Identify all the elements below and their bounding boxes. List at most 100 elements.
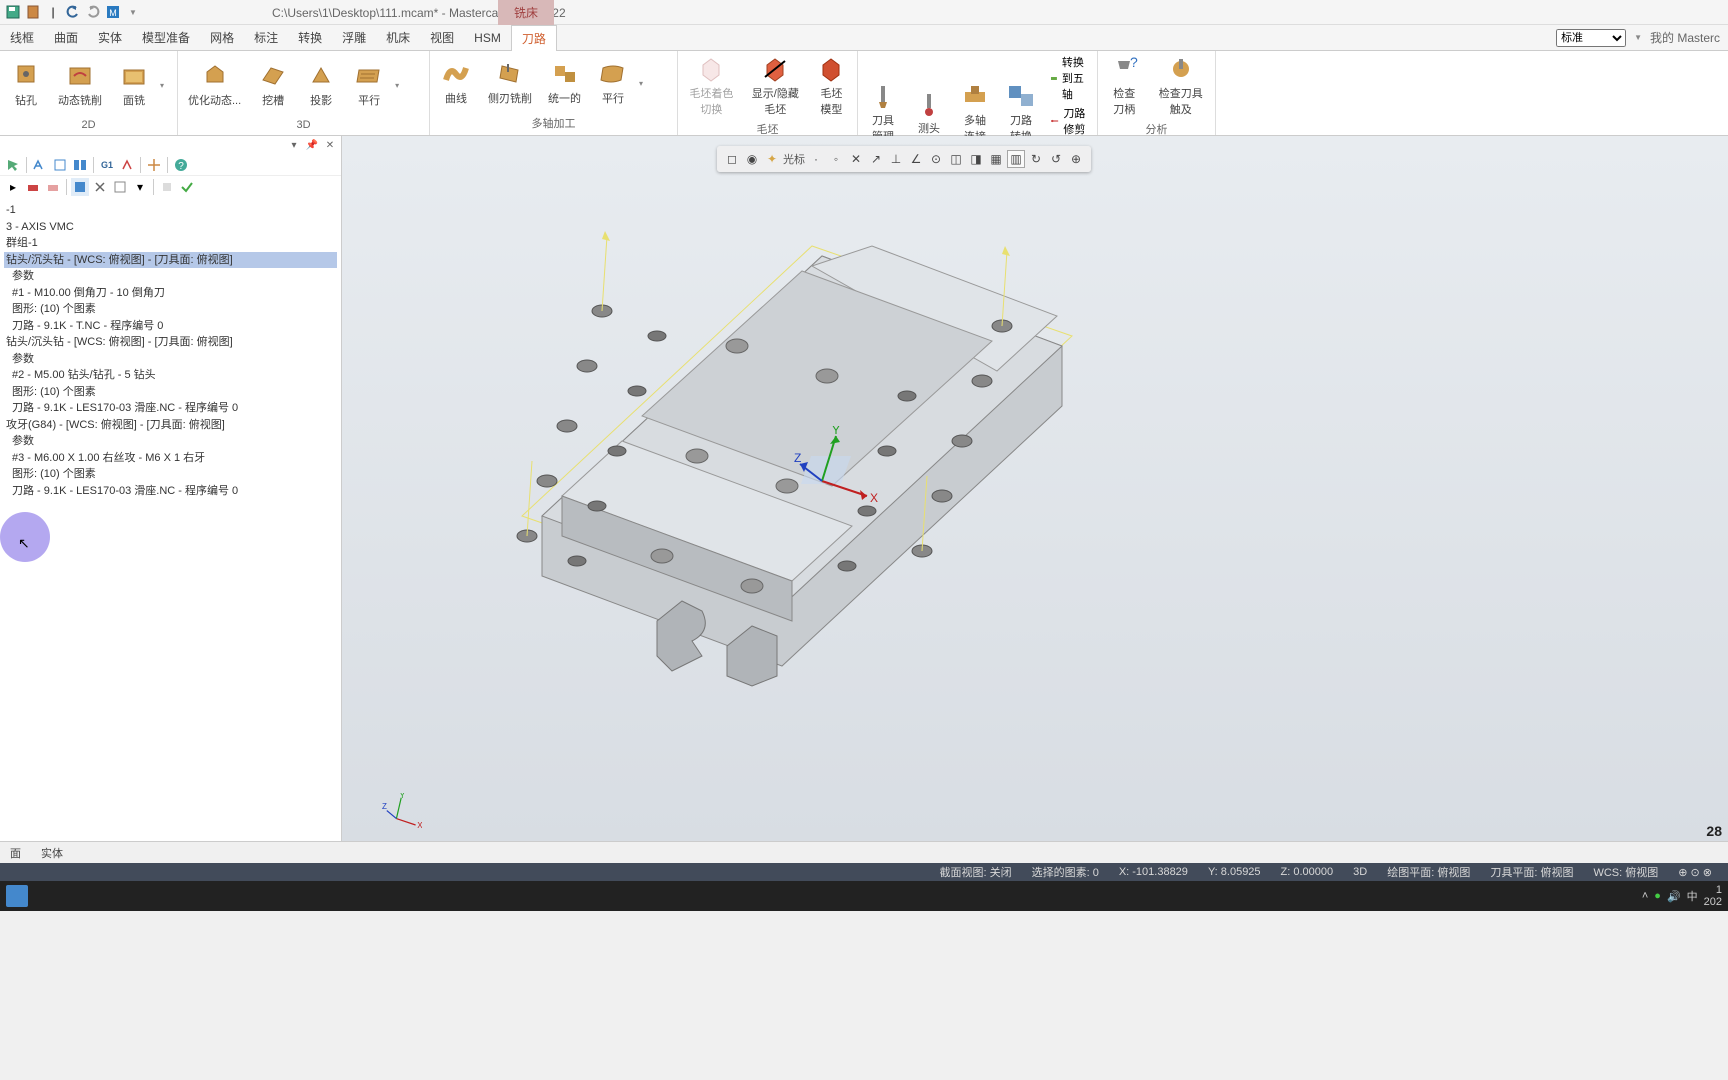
tb-g1-icon[interactable]: G1 bbox=[98, 156, 116, 174]
status-icons[interactable]: ⊕ ⊙ ⊗ bbox=[1668, 866, 1722, 879]
status-cplane[interactable]: 绘图平面: 俯视图 bbox=[1377, 864, 1480, 880]
my-mastercam-link[interactable]: 我的 Masterc bbox=[1650, 29, 1720, 46]
tb2-e-icon[interactable] bbox=[91, 178, 109, 196]
tree-line[interactable]: -1 bbox=[4, 202, 337, 219]
vp-icon[interactable]: ↗ bbox=[867, 150, 885, 168]
redo-icon[interactable] bbox=[84, 3, 102, 21]
check-holder-button[interactable]: ?检查刀柄 bbox=[1102, 53, 1146, 119]
panel-pin-icon[interactable]: 📌 bbox=[305, 138, 319, 152]
drill-button[interactable]: 钻孔 bbox=[4, 60, 48, 110]
tree-line[interactable]: 钻头/沉头钻 - [WCS: 俯视图] - [刀具面: 俯视图] bbox=[4, 334, 337, 351]
tray-chevron-icon[interactable]: ˄ bbox=[1642, 890, 1648, 902]
toolpath-trim-button[interactable]: 刀路修剪 bbox=[1046, 104, 1093, 138]
status-3d[interactable]: 3D bbox=[1343, 866, 1377, 878]
tab-solid[interactable]: 实体 bbox=[88, 25, 132, 50]
face-mill-button[interactable]: 面铣 bbox=[112, 60, 156, 110]
tab-mesh[interactable]: 网格 bbox=[200, 25, 244, 50]
swarf-button[interactable]: 侧刃铣削 bbox=[482, 58, 538, 108]
parallel-multi-button[interactable]: 平行 bbox=[591, 58, 635, 108]
tb2-g-icon[interactable]: ▾ bbox=[131, 178, 149, 196]
tray-sound-icon[interactable]: 🔊 bbox=[1667, 890, 1681, 903]
optirough-button[interactable]: 优化动态... bbox=[182, 60, 247, 110]
tab-surface[interactable]: 曲面 bbox=[44, 25, 88, 50]
tree-line[interactable]: 攻牙(G84) - [WCS: 俯视图] - [刀具面: 俯视图] bbox=[4, 417, 337, 434]
tab-view[interactable]: 视图 bbox=[420, 25, 464, 50]
tree-line[interactable]: 群组-1 bbox=[4, 235, 337, 252]
tree-line[interactable]: #3 - M6.00 X 1.00 右丝攻 - M6 X 1 右牙 bbox=[4, 450, 337, 467]
status-section[interactable]: 截面视图: 关闭 bbox=[929, 864, 1021, 880]
tb-select-icon[interactable] bbox=[4, 156, 22, 174]
save-icon[interactable] bbox=[4, 3, 22, 21]
tb-icon-a[interactable] bbox=[31, 156, 49, 174]
tb2-b-icon[interactable] bbox=[24, 178, 42, 196]
panel-close-icon[interactable]: ✕ bbox=[323, 138, 337, 152]
status-tplane[interactable]: 刀具平面: 俯视图 bbox=[1480, 864, 1583, 880]
btab-face[interactable]: 面 bbox=[0, 842, 31, 864]
unified-button[interactable]: 统一的 bbox=[542, 58, 587, 108]
tb-icon-e[interactable] bbox=[145, 156, 163, 174]
tray-wechat-icon[interactable]: ● bbox=[1654, 890, 1661, 902]
vp-icon[interactable]: ⊥ bbox=[887, 150, 905, 168]
vp-icon[interactable]: ✕ bbox=[847, 150, 865, 168]
tree-line[interactable]: 图形: (10) 个图素 bbox=[4, 466, 337, 483]
curve-button[interactable]: 曲线 bbox=[434, 58, 478, 108]
parallel-button[interactable]: 平行 bbox=[347, 60, 391, 110]
tree-line[interactable]: 参数 bbox=[4, 351, 337, 368]
tb-icon-d[interactable] bbox=[118, 156, 136, 174]
stock-display-button[interactable]: 显示/隐藏毛坯 bbox=[745, 53, 806, 119]
dropdown-icon[interactable]: ▼ bbox=[124, 3, 142, 21]
taskbar-app-icon[interactable] bbox=[6, 885, 28, 907]
vp-icon[interactable]: ◨ bbox=[967, 150, 985, 168]
vp-icon[interactable]: · bbox=[807, 150, 825, 168]
vp-icon[interactable]: ◉ bbox=[743, 150, 761, 168]
app-icon[interactable]: M bbox=[104, 3, 122, 21]
tab-modelprep[interactable]: 模型准备 bbox=[132, 25, 200, 50]
context-tab-mill[interactable]: 铣床 bbox=[498, 0, 554, 25]
vp-icon[interactable]: ▦ bbox=[987, 150, 1005, 168]
probe-button[interactable]: 测头 bbox=[908, 88, 950, 138]
tb2-f-icon[interactable] bbox=[111, 178, 129, 196]
undo-icon[interactable] bbox=[64, 3, 82, 21]
tb-help-icon[interactable]: ? bbox=[172, 156, 190, 174]
tree-line[interactable]: #1 - M10.00 倒角刀 - 10 倒角刀 bbox=[4, 285, 337, 302]
tb-icon-c[interactable] bbox=[71, 156, 89, 174]
view-select[interactable]: 标准 bbox=[1556, 29, 1626, 47]
tab-transform[interactable]: 转换 bbox=[288, 25, 332, 50]
tab-hsm[interactable]: HSM bbox=[464, 27, 511, 49]
vp-icon[interactable]: ▥ bbox=[1007, 150, 1025, 168]
tree-line[interactable]: 刀路 - 9.1K - T.NC - 程序编号 0 bbox=[4, 318, 337, 335]
btab-solid[interactable]: 实体 bbox=[31, 842, 73, 864]
tb2-h-icon[interactable] bbox=[158, 178, 176, 196]
stock-shade-button[interactable]: 毛坯着色切换 bbox=[682, 53, 741, 119]
tb2-a-icon[interactable]: ▸ bbox=[4, 178, 22, 196]
tree-line[interactable]: 参数 bbox=[4, 433, 337, 450]
tab-drafting[interactable]: 标注 bbox=[244, 25, 288, 50]
tree-line[interactable]: 刀路 - 9.1K - LES170-03 滑座.NC - 程序编号 0 bbox=[4, 483, 337, 500]
dynamic-mill-button[interactable]: 动态铣削 bbox=[52, 60, 108, 110]
tab-art[interactable]: 浮雕 bbox=[332, 25, 376, 50]
pocket-button[interactable]: 挖槽 bbox=[251, 60, 295, 110]
paste-icon[interactable] bbox=[24, 3, 42, 21]
vp-icon[interactable]: ◦ bbox=[827, 150, 845, 168]
tray-ime[interactable]: 中 bbox=[1687, 888, 1698, 904]
stock-model-button[interactable]: 毛坯模型 bbox=[810, 53, 853, 119]
tab-wireframe[interactable]: 线框 bbox=[0, 25, 44, 50]
tree-line[interactable]: 参数 bbox=[4, 268, 337, 285]
convert-5axis-button[interactable]: 转换到五轴 bbox=[1046, 53, 1093, 103]
vp-icon[interactable]: ⊙ bbox=[927, 150, 945, 168]
check-tool-reach-button[interactable]: 检查刀具触及 bbox=[1150, 53, 1211, 119]
vp-icon[interactable]: ↻ bbox=[1027, 150, 1045, 168]
vp-icon[interactable]: ◻ bbox=[723, 150, 741, 168]
project-button[interactable]: 投影 bbox=[299, 60, 343, 110]
tab-machine[interactable]: 机床 bbox=[376, 25, 420, 50]
tb2-c-icon[interactable] bbox=[44, 178, 62, 196]
panel-menu-icon[interactable]: ▾ bbox=[287, 138, 301, 152]
vp-icon[interactable]: ∠ bbox=[907, 150, 925, 168]
tree-line[interactable]: 图形: (10) 个图素 bbox=[4, 384, 337, 401]
vp-icon[interactable]: ◫ bbox=[947, 150, 965, 168]
tree-line[interactable]: 图形: (10) 个图素 bbox=[4, 301, 337, 318]
tree-line[interactable]: 刀路 - 9.1K - LES170-03 滑座.NC - 程序编号 0 bbox=[4, 400, 337, 417]
tb-icon-b[interactable] bbox=[51, 156, 69, 174]
tab-toolpaths[interactable]: 刀路 bbox=[511, 25, 557, 51]
vp-cursor-icon[interactable]: ✦ bbox=[763, 150, 781, 168]
